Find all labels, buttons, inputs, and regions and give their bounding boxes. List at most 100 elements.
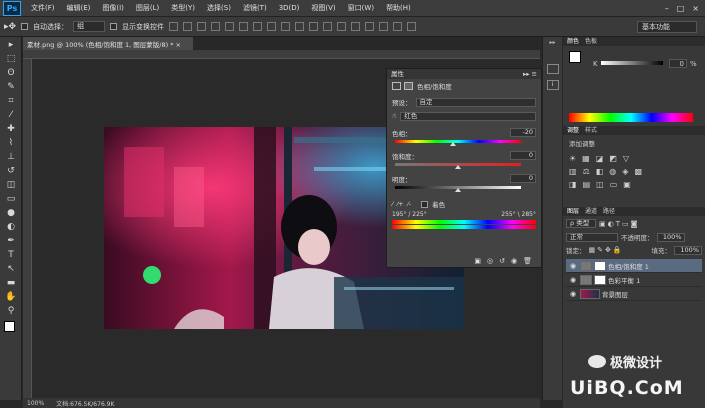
menu-edit[interactable]: 编辑(E) bbox=[61, 3, 97, 13]
close-button[interactable]: × bbox=[692, 4, 699, 13]
k-channel-value[interactable]: 0 bbox=[669, 59, 687, 68]
menu-layer[interactable]: 图层(L) bbox=[130, 3, 165, 13]
eyedropper-plus-icon[interactable]: ⁄+ bbox=[397, 200, 404, 208]
foreground-color-swatch[interactable] bbox=[569, 51, 581, 63]
align-bottom-icon[interactable] bbox=[197, 22, 207, 31]
opacity-input[interactable]: 100% bbox=[656, 232, 685, 242]
hue-sat-icon[interactable]: ▥ bbox=[569, 167, 577, 176]
mask-icon[interactable] bbox=[404, 82, 413, 90]
gradient-map-icon[interactable]: ▭ bbox=[610, 180, 618, 189]
color-balance-icon[interactable]: ⚖ bbox=[583, 167, 590, 176]
shape-icon[interactable]: ▬ bbox=[4, 277, 18, 289]
fg-bg-color-icon[interactable] bbox=[4, 321, 15, 332]
quick-select-icon[interactable]: ✎ bbox=[4, 81, 18, 93]
clip-to-layer-icon[interactable]: ▣ bbox=[474, 257, 481, 265]
layer-row-background[interactable]: ◉ 背景图层 bbox=[566, 287, 702, 301]
lightness-slider-thumb[interactable] bbox=[455, 188, 461, 192]
align-right-icon[interactable] bbox=[239, 22, 249, 31]
distribute-top-icon[interactable] bbox=[253, 22, 263, 31]
history-brush-icon[interactable]: ↺ bbox=[4, 165, 18, 177]
menu-image[interactable]: 图像(I) bbox=[96, 3, 130, 13]
invert-icon[interactable]: ◨ bbox=[569, 180, 577, 189]
lightness-input[interactable]: 0 bbox=[510, 174, 536, 183]
3d-pan-icon[interactable] bbox=[379, 22, 389, 31]
gradient-icon[interactable]: ▭ bbox=[4, 193, 18, 205]
align-left-icon[interactable] bbox=[211, 22, 221, 31]
document-tab[interactable]: 素材.png @ 100% (色相/饱和度 1, 图层蒙版/8) * × bbox=[23, 37, 193, 50]
menu-type[interactable]: 类型(Y) bbox=[165, 3, 201, 13]
eye-icon[interactable]: ◉ bbox=[566, 276, 580, 284]
auto-align-icon[interactable] bbox=[337, 22, 347, 31]
zoom-icon[interactable]: ⚲ bbox=[4, 305, 18, 317]
visibility-icon[interactable]: ◉ bbox=[511, 257, 517, 265]
lasso-icon[interactable]: ʘ bbox=[4, 67, 18, 79]
blur-icon[interactable]: ● bbox=[4, 207, 18, 219]
3d-scale-icon[interactable] bbox=[407, 22, 417, 31]
info-icon[interactable]: i bbox=[546, 80, 559, 90]
hue-slider[interactable] bbox=[395, 140, 521, 146]
align-vcenter-icon[interactable] bbox=[183, 22, 193, 31]
channel-mixer-icon[interactable]: ◈ bbox=[622, 167, 628, 176]
menu-view[interactable]: 视图(V) bbox=[305, 3, 341, 13]
bw-icon[interactable]: ◧ bbox=[596, 167, 604, 176]
eye-icon[interactable]: ◉ bbox=[566, 262, 580, 270]
menu-select[interactable]: 选择(S) bbox=[201, 3, 237, 13]
hand-icon[interactable]: ✋ bbox=[4, 291, 18, 303]
layer-row-color-balance[interactable]: ◉ 色彩平衡 1 bbox=[566, 273, 702, 287]
menu-file[interactable]: 文件(F) bbox=[25, 3, 61, 13]
layer-kind-dropdown[interactable]: ρ 类型 bbox=[566, 219, 596, 228]
show-transform-checkbox[interactable] bbox=[110, 23, 118, 30]
posterize-icon[interactable]: ▤ bbox=[583, 180, 591, 189]
hue-spectrum-bottom[interactable] bbox=[392, 225, 536, 229]
tab-channels[interactable]: 通道 bbox=[585, 207, 597, 216]
tab-color[interactable]: 颜色 bbox=[567, 37, 579, 46]
lightness-slider[interactable] bbox=[395, 186, 521, 192]
minimize-button[interactable]: – bbox=[665, 4, 669, 13]
view-previous-icon[interactable]: ◎ bbox=[487, 257, 493, 265]
workspace-dropdown[interactable]: 基本功能 bbox=[637, 20, 697, 33]
type-icon[interactable]: T bbox=[4, 249, 18, 261]
panel-collapse-icon[interactable]: ▸▸ bbox=[543, 39, 562, 46]
preset-dropdown[interactable]: 自定 bbox=[415, 97, 536, 107]
dodge-icon[interactable]: ◐ bbox=[4, 221, 18, 233]
color-lookup-icon[interactable]: ▩ bbox=[634, 167, 642, 176]
blend-mode-dropdown[interactable]: 正常 bbox=[566, 232, 618, 242]
eyedropper-icon[interactable]: ⁄ bbox=[392, 200, 393, 208]
distribute-left-icon[interactable] bbox=[295, 22, 305, 31]
channel-dropdown[interactable]: 红色 bbox=[400, 111, 536, 121]
eye-icon[interactable]: ◉ bbox=[566, 290, 580, 298]
distribute-bottom-icon[interactable] bbox=[281, 22, 291, 31]
threshold-icon[interactable]: ◫ bbox=[596, 180, 604, 189]
photo-filter-icon[interactable]: ◍ bbox=[609, 167, 616, 176]
levels-icon[interactable]: ▦ bbox=[582, 154, 590, 163]
menu-3d[interactable]: 3D(D) bbox=[273, 4, 306, 12]
saturation-slider-thumb[interactable] bbox=[455, 165, 461, 169]
hue-input[interactable]: -20 bbox=[510, 128, 536, 137]
curves-icon[interactable]: ◪ bbox=[596, 154, 604, 163]
selective-color-icon[interactable]: ▣ bbox=[623, 180, 631, 189]
layer-mask-thumb[interactable] bbox=[594, 260, 606, 271]
move-icon[interactable]: ▸ bbox=[4, 39, 18, 51]
brightness-icon[interactable]: ☀ bbox=[569, 154, 576, 163]
histogram-icon[interactable] bbox=[546, 64, 559, 74]
tab-styles[interactable]: 样式 bbox=[585, 126, 597, 135]
eyedropper-minus-icon[interactable]: ⁄- bbox=[408, 200, 411, 208]
distribute-hcenter-icon[interactable] bbox=[309, 22, 319, 31]
healing-icon[interactable]: ✚ bbox=[4, 123, 18, 135]
panel-menu-icon[interactable]: ▸▸ ≡ bbox=[523, 69, 541, 79]
3d-orbit-icon[interactable] bbox=[365, 22, 375, 31]
zoom-level[interactable]: 100% bbox=[27, 400, 44, 407]
auto-select-checkbox[interactable] bbox=[21, 23, 29, 30]
move-tool-icon[interactable]: ▸✥ bbox=[4, 22, 16, 32]
color-spectrum[interactable] bbox=[569, 113, 693, 122]
marquee-icon[interactable]: ⬚ bbox=[4, 53, 18, 65]
distribute-vcenter-icon[interactable] bbox=[267, 22, 277, 31]
lock-icons[interactable]: ▦✎✥🔒 bbox=[589, 246, 624, 254]
tab-swatches[interactable]: 色板 bbox=[585, 37, 597, 46]
layer-mask-thumb[interactable] bbox=[594, 274, 606, 285]
trash-icon[interactable]: 🗑 bbox=[523, 257, 532, 265]
colorize-checkbox[interactable] bbox=[421, 200, 429, 208]
vibrance-icon[interactable]: ▽ bbox=[623, 154, 629, 163]
menu-window[interactable]: 窗口(W) bbox=[342, 3, 380, 13]
fill-input[interactable]: 100% bbox=[674, 245, 702, 255]
